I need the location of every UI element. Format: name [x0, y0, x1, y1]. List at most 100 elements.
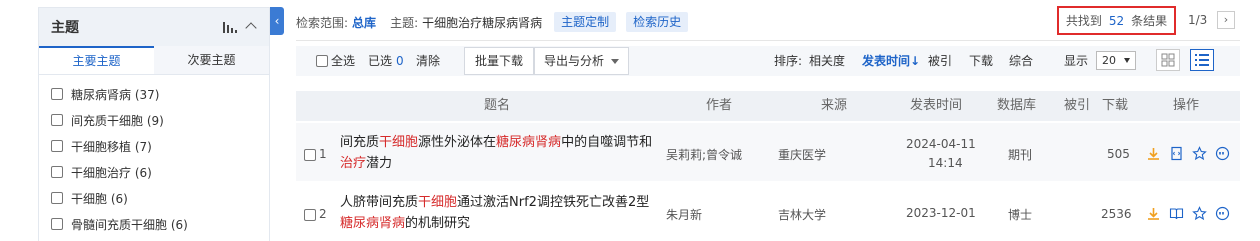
list-item[interactable]: 糖尿病肾病 (37): [39, 81, 269, 107]
row-actions: [1146, 146, 1230, 161]
row-database: 期刊: [1008, 148, 1033, 162]
facet-checkbox[interactable]: [51, 192, 63, 204]
row-source[interactable]: 重庆医学: [778, 146, 826, 163]
facet-title: 主题: [51, 20, 79, 36]
page-size-value: 20: [1102, 54, 1116, 67]
table-row: 2 人脐带间充质干细胞通过激活Nrf2调控铁死亡改善2型糖尿病肾病的机制研究 朱…: [296, 186, 1240, 241]
quote-icon[interactable]: [1215, 146, 1230, 161]
search-history-button[interactable]: 检索历史: [626, 12, 689, 32]
facet-list: 糖尿病肾病 (37) 间充质干细胞 (9) 干细胞移植 (7) 干细胞治疗 (6…: [39, 75, 269, 237]
title-text: 间充质: [340, 135, 380, 150]
results-table-header: 题名 作者 来源 发表时间 数据库 被引 下载 操作: [296, 91, 1240, 121]
row-database: 博士: [1008, 208, 1033, 222]
favorite-icon[interactable]: [1192, 206, 1207, 221]
html-read-icon[interactable]: [1169, 146, 1184, 161]
select-caret-icon: [1124, 58, 1130, 63]
row-actions: [1146, 206, 1230, 221]
title-text: 源性外泌体在: [418, 135, 497, 150]
select-all-checkbox[interactable]: [316, 55, 328, 67]
list-view-icon[interactable]: [1190, 49, 1214, 71]
download-icon[interactable]: [1146, 206, 1161, 221]
col-database: 数据库: [997, 98, 1037, 113]
row-checkbox[interactable]: [304, 149, 316, 161]
sort-comprehensive[interactable]: 综合: [1009, 46, 1033, 76]
col-cited[interactable]: 被引: [1064, 91, 1090, 121]
facet-label: 糖尿病肾病 (37): [71, 87, 160, 102]
facet-checkbox[interactable]: [51, 88, 63, 100]
col-date[interactable]: 发表时间: [910, 91, 962, 121]
export-analysis-button[interactable]: 导出与分析: [534, 47, 629, 75]
page-size-select[interactable]: 20: [1096, 51, 1136, 70]
sort-publish-date[interactable]: 发表时间↓: [862, 46, 920, 76]
row-date: 2024-04-11: [906, 137, 976, 151]
title-highlight: 治疗: [340, 156, 367, 171]
table-row: 1 间充质干细胞源性外泌体在糖尿病肾病中的自噬调节和治疗潜力 吴莉莉;曾令诚 重…: [296, 123, 1240, 181]
batch-download-button[interactable]: 批量下载: [464, 47, 534, 75]
sort-cited[interactable]: 被引: [928, 46, 952, 76]
facet-checkbox[interactable]: [51, 218, 63, 230]
facet-header: 主题: [39, 8, 269, 46]
download-icon[interactable]: [1146, 146, 1161, 161]
facet-label: 干细胞治疗 (6): [71, 165, 152, 180]
result-count: 共找到 52 条结果: [1057, 6, 1176, 35]
search-summary: 检索范围: 总库 主题: 干细胞治疗糖尿病肾病 主题定制 检索历史: [296, 12, 698, 32]
result-number: 52: [1108, 13, 1125, 28]
row-downloads: 505: [1107, 147, 1130, 161]
col-actions: 操作: [1173, 98, 1200, 113]
facet-tabs: 主要主题 次要主题: [39, 46, 269, 75]
row-title-link[interactable]: 间充质干细胞源性外泌体在糖尿病肾病中的自噬调节和治疗潜力: [340, 132, 660, 174]
row-author[interactable]: 朱月新: [666, 206, 702, 223]
row-checkbox[interactable]: [304, 209, 316, 221]
list-item[interactable]: 干细胞移植 (7): [39, 133, 269, 159]
scope-label: 检索范围:: [296, 15, 349, 30]
clear-button[interactable]: 清除: [416, 46, 440, 76]
list-item[interactable]: 干细胞治疗 (6): [39, 159, 269, 185]
title-text: 人脐带间充质: [340, 195, 419, 210]
page-indicator: 1/3: [1188, 13, 1208, 27]
next-page-button[interactable]: ›: [1217, 11, 1235, 29]
col-title: 题名: [484, 98, 511, 113]
facet-label: 间充质干细胞 (9): [71, 113, 164, 128]
collapse-panel-button[interactable]: ‹: [270, 7, 284, 35]
results-toolbar: 全选 已选 0 清除 批量下载 导出与分析 排序: 相关度 发表时间↓ 被引 下…: [296, 46, 1240, 76]
sort-relevance[interactable]: 相关度: [809, 46, 845, 76]
quote-icon[interactable]: [1215, 206, 1230, 221]
tab-secondary-topic[interactable]: 次要主题: [154, 46, 269, 74]
facet-checkbox[interactable]: [51, 140, 63, 152]
col-author: 作者: [706, 98, 733, 113]
favorite-icon[interactable]: [1192, 146, 1207, 161]
scope-value[interactable]: 总库: [352, 14, 376, 31]
row-title-link[interactable]: 人脐带间充质干细胞通过激活Nrf2调控铁死亡改善2型糖尿病肾病的机制研究: [340, 192, 660, 234]
export-label: 导出与分析: [544, 54, 605, 68]
list-item[interactable]: 间充质干细胞 (9): [39, 107, 269, 133]
facet-checkbox[interactable]: [51, 166, 63, 178]
sort-label: 排序:: [774, 54, 803, 68]
title-text: 通过激活Nrf2调控铁死亡改善2型: [457, 195, 650, 210]
custom-topic-button[interactable]: 主题定制: [554, 12, 617, 32]
list-item[interactable]: 干细胞 (6): [39, 185, 269, 211]
divider: [296, 40, 1240, 41]
page-size-label: 显示: [1064, 54, 1089, 68]
col-source: 来源: [821, 98, 848, 113]
title-highlight: 糖尿病肾病: [496, 135, 562, 150]
row-source[interactable]: 吉林大学: [778, 206, 826, 223]
grid-view-icon[interactable]: [1156, 49, 1180, 71]
row-author[interactable]: 吴莉莉;曾令诚: [666, 146, 742, 163]
title-highlight: 干细胞: [379, 135, 419, 150]
row-downloads: 2536: [1101, 207, 1132, 221]
bar-chart-icon[interactable]: [223, 22, 237, 33]
title-text: 潜力: [366, 156, 393, 171]
title-text: 的机制研究: [405, 216, 471, 231]
list-item[interactable]: 骨髓间充质干细胞 (6): [39, 211, 269, 237]
facet-label: 骨髓间充质干细胞 (6): [71, 217, 188, 232]
select-all[interactable]: 全选: [316, 46, 355, 76]
facet-checkbox[interactable]: [51, 114, 63, 126]
dropdown-caret-icon: [610, 59, 619, 64]
col-downloads[interactable]: 下载: [1102, 91, 1128, 121]
title-highlight: 干细胞: [418, 195, 458, 210]
sort-downloads[interactable]: 下载: [969, 46, 993, 76]
facet-label: 干细胞 (6): [71, 191, 128, 206]
read-icon[interactable]: [1169, 206, 1184, 221]
tab-primary-topic[interactable]: 主要主题: [39, 46, 154, 74]
chevron-up-icon[interactable]: [245, 22, 257, 34]
